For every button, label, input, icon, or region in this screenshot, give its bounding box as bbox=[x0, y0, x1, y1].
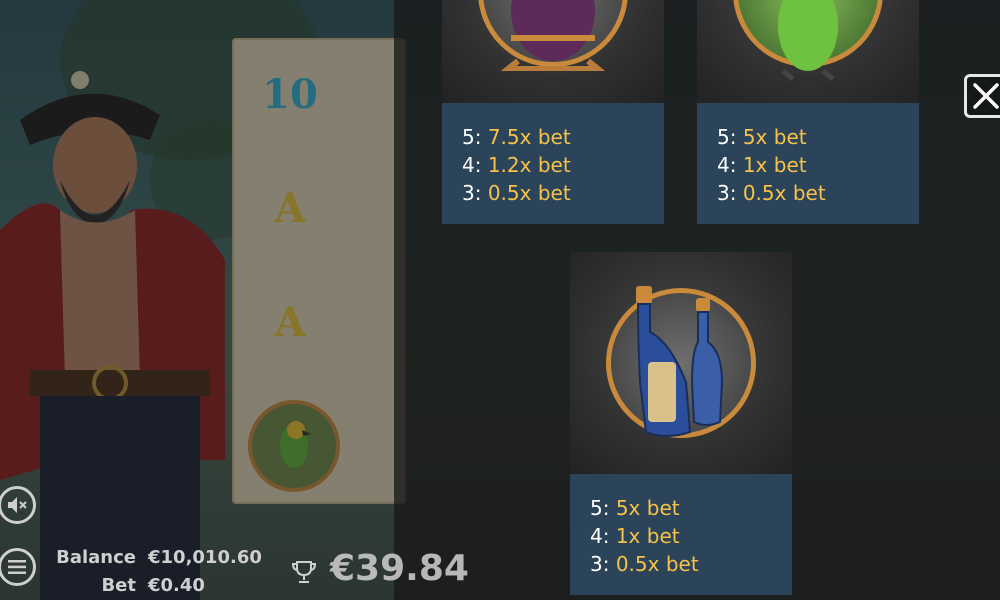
payout-value: 5x bet bbox=[615, 496, 680, 520]
payout-row-3: 3: 0.5x bet bbox=[462, 179, 664, 207]
payout-count: 5: bbox=[590, 496, 610, 520]
payout-row-4: 4: 1x bet bbox=[590, 522, 792, 550]
close-icon bbox=[973, 83, 999, 109]
symbol-image bbox=[697, 0, 919, 103]
payout-row-3: 3: 0.5x bet bbox=[590, 550, 792, 578]
payout-count: 5: bbox=[462, 125, 482, 149]
payout-info: 5: 5x bet 4: 1x bet 3: 0.5x bet bbox=[697, 103, 919, 224]
balance-label: Balance bbox=[56, 547, 136, 568]
payout-info: 5: 5x bet 4: 1x bet 3: 0.5x bet bbox=[570, 474, 792, 595]
payout-row-5: 5: 5x bet bbox=[590, 494, 792, 522]
hamburger-menu-icon bbox=[8, 560, 26, 574]
payout-count: 3: bbox=[717, 181, 737, 205]
speaker-muted-icon bbox=[8, 497, 27, 513]
payout-count: 4: bbox=[717, 153, 737, 177]
payout-row-5: 5: 5x bet bbox=[717, 123, 919, 151]
barrel-icon bbox=[500, 0, 606, 71]
paytable-card-bottle: 5: 5x bet 4: 1x bet 3: 0.5x bet bbox=[570, 252, 792, 595]
paytable-card-barrel: 5: 7.5x bet 4: 1.2x bet 3: 0.5x bet bbox=[442, 0, 664, 224]
payout-value: 5x bet bbox=[742, 125, 807, 149]
bottle-icon bbox=[636, 286, 724, 437]
balance-value: €10,010.60 bbox=[148, 547, 262, 568]
payout-info: 5: 7.5x bet 4: 1.2x bet 3: 0.5x bet bbox=[442, 103, 664, 224]
payout-value: 1.2x bet bbox=[487, 153, 571, 177]
symbol-image bbox=[442, 0, 664, 103]
payout-value: 1x bet bbox=[615, 524, 680, 548]
payout-value: 0.5x bet bbox=[487, 181, 571, 205]
bet-label: Bet bbox=[101, 575, 136, 596]
paytable-card-parrot: 5: 5x bet 4: 1x bet 3: 0.5x bet bbox=[697, 0, 919, 224]
bet-value: €0.40 bbox=[148, 575, 205, 596]
payout-count: 4: bbox=[462, 153, 482, 177]
symbol-image bbox=[570, 252, 792, 474]
close-paytable-button[interactable] bbox=[964, 74, 1000, 118]
payout-row-5: 5: 7.5x bet bbox=[462, 123, 664, 151]
payout-row-4: 4: 1.2x bet bbox=[462, 151, 664, 179]
payout-count: 3: bbox=[590, 552, 610, 576]
payout-value: 1x bet bbox=[742, 153, 807, 177]
payout-value: 0.5x bet bbox=[615, 552, 699, 576]
win-amount: €39.84 bbox=[330, 548, 469, 589]
payout-value: 7.5x bet bbox=[487, 125, 571, 149]
parrot-icon bbox=[778, 0, 838, 81]
payout-count: 5: bbox=[717, 125, 737, 149]
payout-value: 0.5x bet bbox=[742, 181, 826, 205]
payout-row-4: 4: 1x bet bbox=[717, 151, 919, 179]
trophy-icon bbox=[291, 561, 317, 583]
payout-count: 4: bbox=[590, 524, 610, 548]
payout-count: 3: bbox=[462, 181, 482, 205]
payout-row-3: 3: 0.5x bet bbox=[717, 179, 919, 207]
